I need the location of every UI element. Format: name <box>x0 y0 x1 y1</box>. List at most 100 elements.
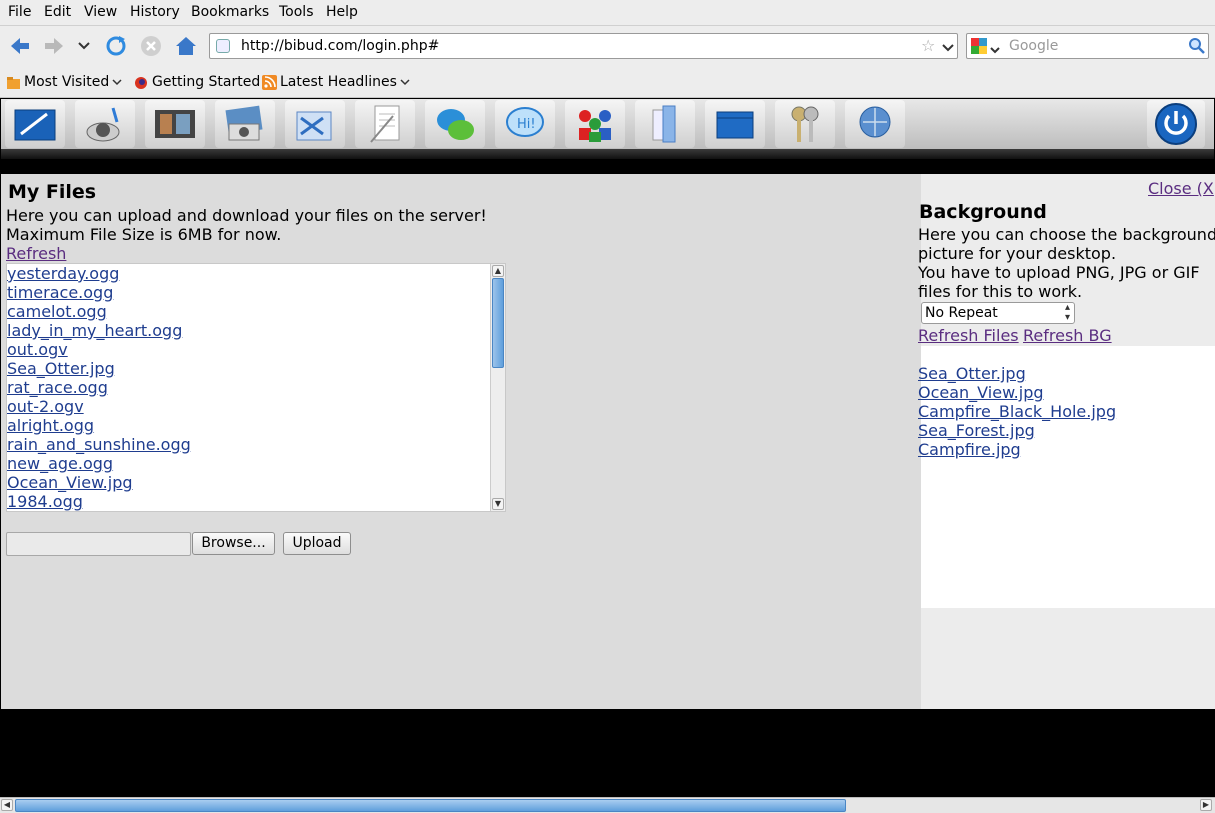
close-link[interactable]: Close (X <box>1148 179 1214 198</box>
bg-file-item[interactable]: Campfire_Black_Hole.jpg <box>918 402 1116 421</box>
power-icon[interactable] <box>1147 100 1205 148</box>
refresh-bg-link[interactable]: Refresh BG <box>1023 326 1112 345</box>
url-bar[interactable]: http://bibud.com/login.php# ☆ <box>209 33 958 59</box>
bookmarks-toolbar: Most Visited Getting Started Latest Head… <box>0 66 1215 98</box>
scrollbar-thumb[interactable] <box>492 278 504 368</box>
app-dock: Hi! <box>1 99 1214 149</box>
search-bar[interactable]: Google <box>966 33 1209 59</box>
bookmark-label: Latest Headlines <box>280 74 397 90</box>
file-item[interactable]: new_age.ogg <box>7 454 113 473</box>
select-value: No Repeat <box>925 305 998 321</box>
file-item[interactable]: camelot.ogg <box>7 302 107 321</box>
bookmark-most-visited[interactable]: Most Visited <box>6 74 122 90</box>
background-description-line: files for this to work. <box>918 282 1083 301</box>
file-list-scrollbar[interactable]: ▲ ▼ <box>490 264 505 511</box>
bg-file-item[interactable]: Campfire.jpg <box>918 440 1021 459</box>
bookmark-star-icon[interactable]: ☆ <box>921 36 935 55</box>
history-dropdown-icon[interactable] <box>74 34 94 58</box>
google-engine-icon[interactable] <box>971 38 987 54</box>
file-item[interactable]: Sea_Otter.jpg <box>7 359 115 378</box>
dock-shadow-strip <box>1 149 1214 159</box>
svg-text:Hi!: Hi! <box>517 117 536 132</box>
chevron-down-icon <box>112 78 122 85</box>
bg-file-item[interactable]: Sea_Otter.jpg <box>918 364 1026 383</box>
rss-feed-icon <box>262 74 277 90</box>
search-icon[interactable] <box>1189 38 1205 58</box>
file-item[interactable]: Ocean_View.jpg <box>7 473 133 492</box>
refresh-files-link[interactable]: Refresh Files <box>918 326 1019 345</box>
file-item[interactable]: lady_in_my_heart.ogg <box>7 321 182 340</box>
stop-icon[interactable] <box>139 34 163 58</box>
video-icon[interactable] <box>145 100 205 148</box>
forward-icon[interactable] <box>42 34 66 58</box>
file-item[interactable]: rat_race.ogg <box>7 378 108 397</box>
music-icon[interactable] <box>75 100 135 148</box>
photos-icon[interactable] <box>215 100 275 148</box>
notes-icon[interactable] <box>355 100 415 148</box>
file-item[interactable]: alright.ogg <box>7 416 94 435</box>
menu-bookmarks[interactable]: Bookmarks <box>191 4 269 20</box>
back-icon[interactable] <box>8 34 32 58</box>
site-identity-icon[interactable] <box>216 39 230 53</box>
search-placeholder[interactable]: Google <box>1009 38 1058 54</box>
scroll-up-icon[interactable]: ▲ <box>492 265 504 277</box>
file-item[interactable]: out-2.ogv <box>7 397 84 416</box>
my-files-panel: My Files Here you can upload and downloa… <box>1 174 921 709</box>
menu-view[interactable]: View <box>84 4 117 20</box>
background-description-line: picture for your desktop. <box>918 244 1117 263</box>
file-item[interactable]: out.ogv <box>7 340 68 359</box>
file-list[interactable]: yesterday.ogg timerace.ogg camelot.ogg l… <box>6 263 506 512</box>
menu-file[interactable]: File <box>8 4 31 20</box>
select-arrows-icon: ▴ ▾ <box>1064 302 1070 323</box>
files-icon[interactable] <box>635 100 695 148</box>
navigation-toolbar: http://bibud.com/login.php# ☆ Google <box>0 26 1215 66</box>
reload-icon[interactable] <box>104 34 128 58</box>
file-item[interactable]: yesterday.ogg <box>7 264 119 283</box>
horizontal-scrollbar-thumb[interactable] <box>15 799 846 812</box>
firefox-icon <box>135 76 147 89</box>
mail-icon[interactable] <box>285 100 345 148</box>
browse-button[interactable]: Browse... <box>192 532 275 555</box>
horizontal-scrollbar[interactable]: ◀ ▶ <box>0 797 1215 813</box>
menu-edit[interactable]: Edit <box>44 4 71 20</box>
bookmark-latest-headlines[interactable]: Latest Headlines <box>262 74 410 90</box>
repeat-mode-select[interactable]: No Repeat ▴ ▾ <box>921 302 1075 324</box>
background-description-line: You have to upload PNG, JPG or GIF <box>918 263 1200 282</box>
users-icon[interactable] <box>565 100 625 148</box>
bg-file-item[interactable]: Ocean_View.jpg <box>918 383 1044 402</box>
background-description-line: Here you can choose the background <box>918 225 1215 244</box>
menu-history[interactable]: History <box>130 4 180 20</box>
chat-icon[interactable] <box>425 100 485 148</box>
menu-tools[interactable]: Tools <box>279 4 314 20</box>
file-item[interactable]: rain_and_sunshine.ogg <box>7 435 191 454</box>
write-icon[interactable] <box>5 100 65 148</box>
url-dropdown-icon[interactable] <box>942 40 954 56</box>
panel-title: My Files <box>8 181 97 203</box>
background-file-list: Sea_Otter.jpg Ocean_View.jpg Campfire_Bl… <box>918 346 1215 608</box>
panel-description: Here you can upload and download your fi… <box>6 206 487 225</box>
background-title: Background <box>919 201 1047 223</box>
keys-icon[interactable] <box>775 100 835 148</box>
chevron-down-icon <box>400 78 410 85</box>
bg-file-item[interactable]: Sea_Forest.jpg <box>918 421 1035 440</box>
browser-icon[interactable] <box>845 100 905 148</box>
file-item[interactable]: 1984.ogg <box>7 492 83 511</box>
scroll-down-icon[interactable]: ▼ <box>492 498 504 510</box>
bookmark-getting-started[interactable]: Getting Started <box>133 74 260 90</box>
upload-file-field[interactable] <box>6 532 191 556</box>
scroll-left-icon[interactable]: ◀ <box>1 799 13 811</box>
folder-icon <box>7 76 20 89</box>
search-engine-dropdown-icon[interactable] <box>990 42 1000 58</box>
file-item[interactable]: timerace.ogg <box>7 283 113 302</box>
bookmark-label: Getting Started <box>152 74 261 90</box>
bookmark-label: Most Visited <box>24 74 110 90</box>
upload-button[interactable]: Upload <box>283 532 351 555</box>
desktop-icon[interactable] <box>705 100 765 148</box>
refresh-link[interactable]: Refresh <box>6 244 66 263</box>
home-icon[interactable] <box>174 34 198 58</box>
menu-bar: File Edit View History Bookmarks Tools H… <box>0 0 1215 26</box>
scroll-right-icon[interactable]: ▶ <box>1200 799 1212 811</box>
im-icon[interactable]: Hi! <box>495 100 555 148</box>
url-text[interactable]: http://bibud.com/login.php# <box>241 38 439 54</box>
menu-help[interactable]: Help <box>326 4 358 20</box>
